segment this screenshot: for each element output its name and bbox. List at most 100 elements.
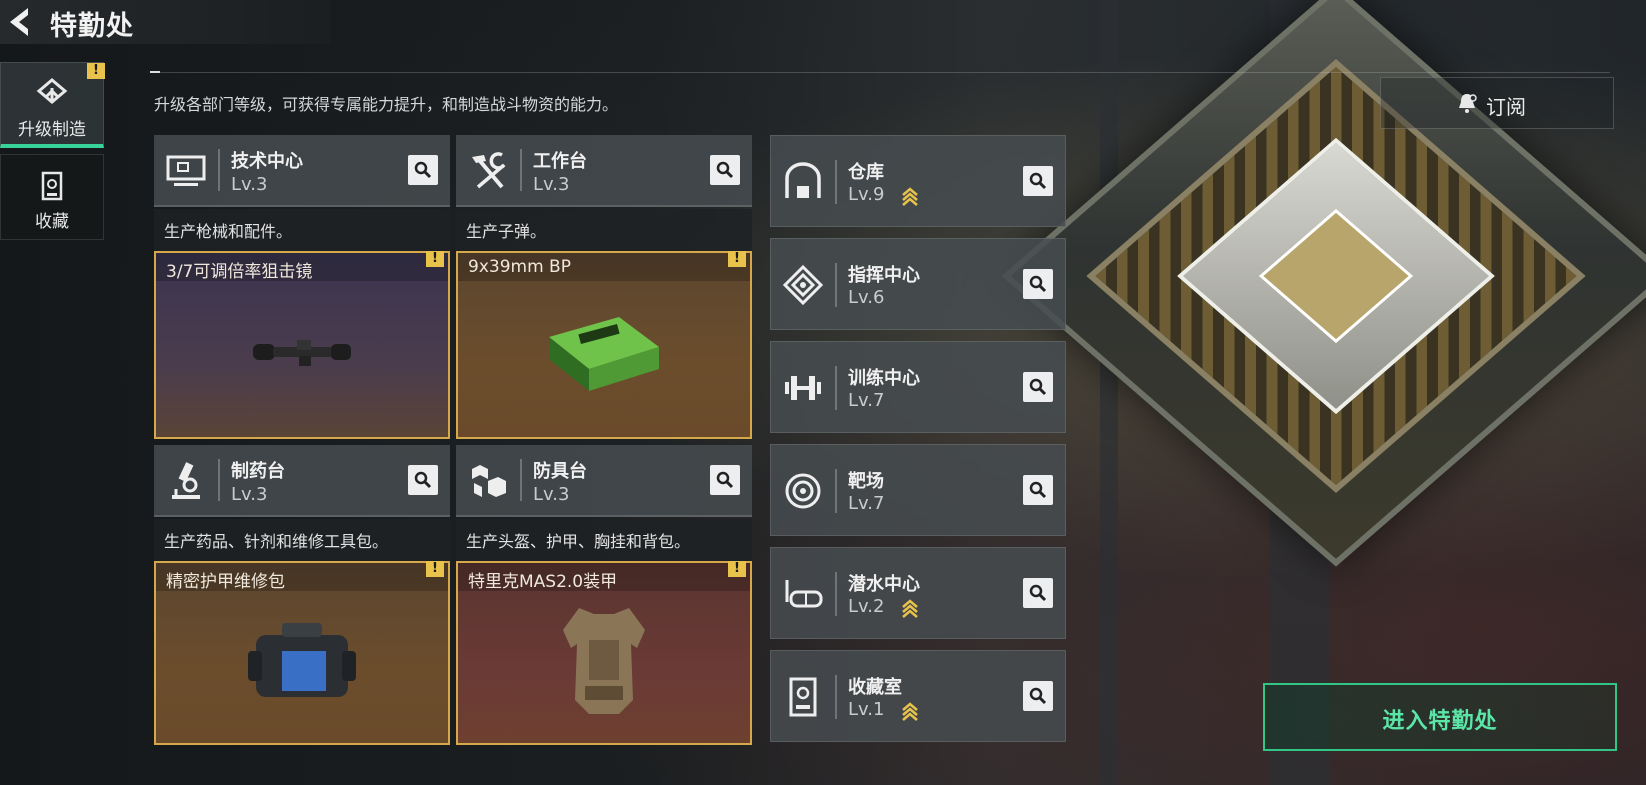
facility-card-collection-room[interactable]: 收藏室 Lv.1 <box>770 650 1066 742</box>
command-icon <box>781 263 825 307</box>
crafting-item-name: 特里克MAS2.0装甲 <box>458 563 750 592</box>
facility-level: Lv.6 <box>848 287 885 308</box>
facility-card-command-center[interactable]: 指挥中心 Lv.6 <box>770 238 1066 330</box>
search-button[interactable] <box>408 465 438 495</box>
search-button[interactable] <box>1023 372 1053 402</box>
facility-name: 潜水中心 <box>848 574 920 595</box>
sidebar-item-upgrade[interactable]: 升级制造 ! <box>0 62 105 148</box>
workshop-description: 生产子弹。 <box>456 209 752 251</box>
workshop-level: Lv.3 <box>231 484 268 505</box>
search-button[interactable] <box>1023 166 1053 196</box>
card-header: 技术中心 Lv.3 <box>154 135 450 207</box>
divider <box>835 160 837 204</box>
card-header: 工作台 Lv.3 <box>456 135 752 207</box>
alert-badge: ! <box>728 561 746 577</box>
facility-name: 收藏室 <box>848 677 902 698</box>
bell-icon <box>1456 92 1478 114</box>
enter-button-label: 进入特勤处 <box>1382 709 1498 734</box>
facility-level: Lv.9 <box>848 184 885 205</box>
search-button[interactable] <box>710 465 740 495</box>
workshop-description: 生产药品、针剂和维修工具包。 <box>154 519 450 561</box>
repair-kit-image <box>242 615 362 709</box>
body-armor-image <box>549 600 659 724</box>
alert-badge: ! <box>426 561 444 577</box>
search-button[interactable] <box>1023 681 1053 711</box>
workshop-description: 生产枪械和配件。 <box>154 209 450 251</box>
card-header: 制药台 Lv.3 <box>154 445 450 517</box>
divider <box>520 149 522 191</box>
divider <box>218 459 220 501</box>
divider <box>218 149 220 191</box>
subscribe-button[interactable]: 订阅 <box>1380 77 1614 129</box>
search-button[interactable] <box>1023 578 1053 608</box>
crafting-item-slot[interactable]: 9x39mm BP ! <box>456 251 752 439</box>
sidebar-item-collection[interactable]: 收藏 <box>0 154 104 240</box>
divider <box>835 572 837 616</box>
search-button[interactable] <box>710 155 740 185</box>
alert-badge: ! <box>728 251 746 267</box>
facility-level: Lv.7 <box>848 493 885 514</box>
facility-card-shooting-range[interactable]: 靶场 Lv.7 <box>770 444 1066 536</box>
divider <box>835 263 837 307</box>
workshop-name: 工作台 <box>533 151 587 172</box>
divider <box>520 459 522 501</box>
facility-name: 指挥中心 <box>848 265 920 286</box>
upgrade-icon <box>35 77 69 111</box>
tools-icon <box>466 149 510 193</box>
page-title: 特勤处 <box>50 11 134 42</box>
collection-icon <box>35 169 69 203</box>
enter-special-ops-button[interactable]: 进入特勤处 <box>1263 683 1617 751</box>
facility-card-warehouse[interactable]: 仓库 Lv.9 <box>770 135 1066 227</box>
target-icon <box>781 469 825 513</box>
upgrade-available-icon <box>901 599 919 623</box>
workshop-description: 生产头盔、护甲、胸挂和背包。 <box>456 519 752 561</box>
upgrade-available-icon <box>901 702 919 726</box>
search-button[interactable] <box>1023 269 1053 299</box>
workshop-name: 防具台 <box>533 461 587 482</box>
diving-mask-icon <box>781 572 825 616</box>
scope-image <box>247 332 357 376</box>
divider <box>835 469 837 513</box>
crafting-item-name: 3/7可调倍率狙击镜 <box>156 253 448 282</box>
card-header: 防具台 Lv.3 <box>456 445 752 517</box>
facility-name: 训练中心 <box>848 368 920 389</box>
workshop-level: Lv.3 <box>533 174 570 195</box>
upgrade-available-icon <box>901 187 919 211</box>
sidebar-item-label: 收藏 <box>35 212 69 232</box>
alert-badge: ! <box>426 251 444 267</box>
crafting-item-name: 精密护甲维修包 <box>156 563 448 592</box>
workshop-name: 制药台 <box>231 461 285 482</box>
armor-blocks-icon <box>466 459 510 503</box>
crafting-item-slot[interactable]: 精密护甲维修包 ! <box>154 561 450 745</box>
crafting-item-name: 9x39mm BP <box>458 253 750 281</box>
facility-name: 靶场 <box>848 471 884 492</box>
microscope-icon <box>164 459 208 503</box>
collection-room-icon <box>781 675 825 719</box>
crafting-item-slot[interactable]: 3/7可调倍率狙击镜 ! <box>154 251 450 439</box>
search-button[interactable] <box>408 155 438 185</box>
facility-card-training-center[interactable]: 训练中心 Lv.7 <box>770 341 1066 433</box>
sidebar-item-label: 升级制造 <box>18 120 86 140</box>
ammo-box-image <box>539 307 669 401</box>
alert-badge: ! <box>87 63 105 79</box>
facility-card-diving-center[interactable]: 潜水中心 Lv.2 <box>770 547 1066 639</box>
header-divider <box>150 71 1610 73</box>
facility-name: 仓库 <box>848 162 884 183</box>
divider <box>835 366 837 410</box>
workshop-level: Lv.3 <box>533 484 570 505</box>
divider <box>835 675 837 719</box>
page-description: 升级各部门等级，可获得专属能力提升，和制造战斗物资的能力。 <box>154 95 619 114</box>
back-icon[interactable] <box>4 6 34 38</box>
facility-level: Lv.2 <box>848 596 885 617</box>
crafting-item-slot[interactable]: 特里克MAS2.0装甲 ! <box>456 561 752 745</box>
monitor-icon <box>164 149 208 193</box>
dumbbell-icon <box>781 366 825 410</box>
subscribe-label: 订阅 <box>1486 95 1526 119</box>
search-button[interactable] <box>1023 475 1053 505</box>
facility-level: Lv.1 <box>848 699 885 720</box>
workshop-level: Lv.3 <box>231 174 268 195</box>
workshop-name: 技术中心 <box>231 151 303 172</box>
background-beam <box>1100 0 1118 785</box>
warehouse-icon <box>781 160 825 204</box>
facility-level: Lv.7 <box>848 390 885 411</box>
